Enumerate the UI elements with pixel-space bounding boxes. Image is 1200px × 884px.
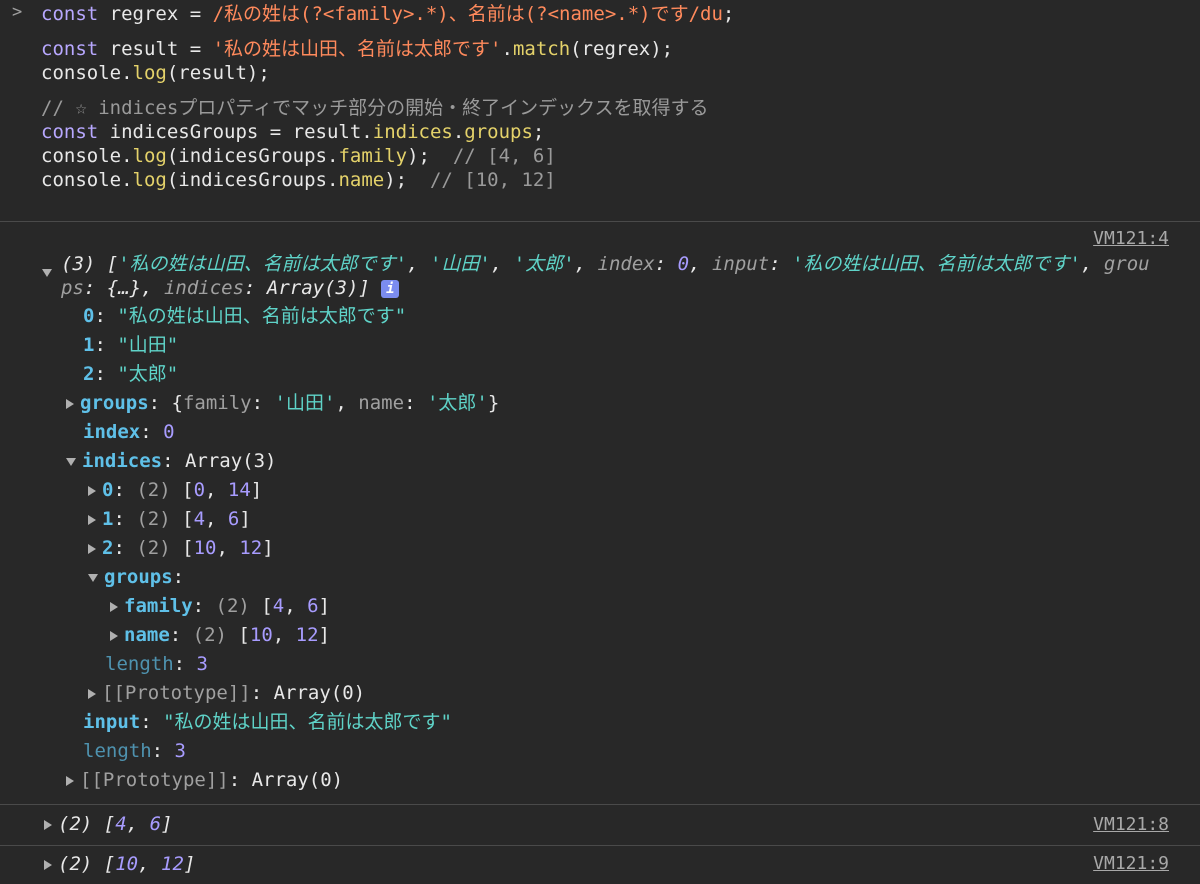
indices-groups-name[interactable]: name: (2) [10, 12] (0, 621, 1200, 650)
code-line: console.log(indicesGroups.family); // [4… (41, 145, 556, 167)
indices-item-2[interactable]: 2: (2) [10, 12] (0, 534, 1200, 563)
code-comment: // ☆ indicesプロパティでマッチ部分の開始・終了インデックスを取得する (41, 97, 709, 119)
expand-triangle-icon[interactable] (42, 269, 52, 277)
prototype-property[interactable]: [[Prototype]]: Array(0) (0, 766, 1200, 795)
indices-item-1[interactable]: 1: (2) [4, 6] (0, 505, 1200, 534)
expand-triangle-icon[interactable] (44, 819, 52, 830)
expand-triangle-icon[interactable] (66, 398, 74, 409)
code-line: const result = '私の姓は山田、名前は太郎です'.match(re… (41, 38, 674, 60)
info-icon[interactable]: i (381, 279, 400, 298)
length-property: length: 3 (83, 740, 186, 762)
indices-item-0[interactable]: 0: (2) [0, 14] (0, 476, 1200, 505)
expand-triangle-icon[interactable] (88, 514, 96, 525)
code-line: console.log(result); (41, 62, 270, 84)
array-item-0: 0: "私の姓は山田、名前は太郎です" (83, 305, 407, 327)
array-item-2: 2: "太郎" (83, 363, 179, 385)
index-property: index: 0 (83, 421, 175, 443)
array-item-1: 1: "山田" (83, 334, 179, 356)
code-line: const indicesGroups = result.indices.gro… (41, 121, 545, 143)
log-entry-family[interactable]: VM121:8 (2) [4, 6] (0, 805, 1200, 846)
collapse-triangle-icon[interactable] (66, 457, 76, 466)
source-link[interactable]: VM121:4 (1093, 228, 1169, 249)
indices-groups-length: length: 3 (105, 653, 208, 675)
log-entry-result: VM121:4 (3) ['私の姓は山田、名前は太郎です', '山田', '太郎… (0, 222, 1200, 805)
expand-triangle-icon[interactable] (88, 543, 96, 554)
expand-triangle-icon[interactable] (110, 630, 118, 641)
indices-groups-family[interactable]: family: (2) [4, 6] (0, 592, 1200, 621)
indices-prototype[interactable]: [[Prototype]]: Array(0) (0, 679, 1200, 708)
expand-triangle-icon[interactable] (44, 859, 52, 870)
devtools-console: > const regrex = /私の姓は(?<family>.*)、名前は(… (0, 0, 1200, 883)
indices-property[interactable]: indices: Array(3) (0, 447, 1200, 476)
groups-property[interactable]: groups: {family: '山田', name: '太郎'} (0, 389, 1200, 418)
input-property: input: "私の姓は山田、名前は太郎です" (83, 711, 452, 733)
expand-triangle-icon[interactable] (66, 775, 74, 786)
console-input-echo: > const regrex = /私の姓は(?<family>.*)、名前は(… (0, 0, 1200, 222)
array-summary[interactable]: (3) ['私の姓は山田、名前は太郎です', '山田', '太郎', index… (42, 253, 1192, 300)
collapse-triangle-icon[interactable] (88, 573, 98, 582)
code-line: const regrex = /私の姓は(?<family>.*)、名前は(?<… (41, 3, 735, 25)
expand-triangle-icon[interactable] (88, 485, 96, 496)
log-entry-name[interactable]: VM121:9 (2) [10, 12] (0, 846, 1200, 884)
prompt-chevron-icon: > (12, 2, 23, 22)
expand-triangle-icon[interactable] (88, 688, 96, 699)
indices-groups-property[interactable]: groups: (0, 563, 1200, 592)
code-line: console.log(indicesGroups.name); // [10,… (41, 169, 556, 191)
expand-triangle-icon[interactable] (110, 601, 118, 612)
